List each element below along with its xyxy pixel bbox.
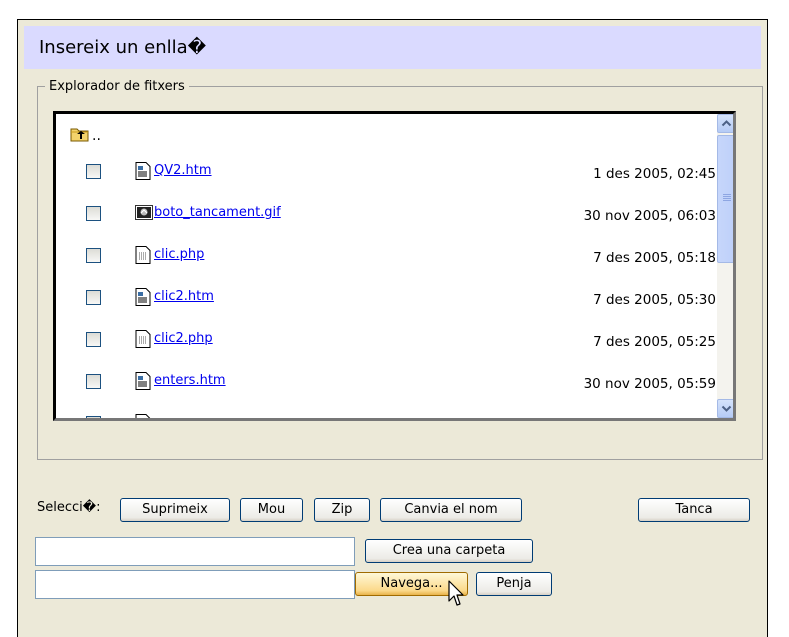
file-checkbox[interactable] xyxy=(86,332,101,347)
file-date: 30 nov 2005, 06:03 xyxy=(583,208,716,224)
thumb-grip xyxy=(723,194,731,195)
list-item: QV2.htm 1 des 2005, 02:45 xyxy=(56,155,716,185)
list-item: clic.php 7 des 2005, 05:18 xyxy=(56,239,716,269)
file-checkbox[interactable] xyxy=(86,374,101,389)
thumb-grip xyxy=(723,196,731,197)
file-date: 7 des 2005, 05:25 xyxy=(593,334,716,350)
delete-button[interactable]: Suprimeix xyxy=(120,498,230,522)
file-link[interactable]: clic2.php xyxy=(154,331,213,346)
html-file-icon xyxy=(135,288,151,306)
create-folder-button[interactable]: Crea una carpeta xyxy=(365,539,533,563)
file-link[interactable]: QV2.htm xyxy=(154,163,212,178)
thumb-grip xyxy=(723,198,731,199)
chevron-up-icon xyxy=(721,120,732,127)
rename-button[interactable]: Canvia el nom xyxy=(380,498,522,522)
file-checkbox[interactable] xyxy=(86,206,101,221)
list-item: clic2.htm 7 des 2005, 05:30 xyxy=(56,281,716,311)
file-checkbox[interactable] xyxy=(86,164,101,179)
chevron-down-icon xyxy=(721,405,732,412)
php-file-icon xyxy=(135,330,151,348)
thumb-grip xyxy=(723,200,731,201)
dialog-title: Insereix un enlla� xyxy=(24,26,761,69)
file-checkbox[interactable] xyxy=(86,248,101,263)
close-button[interactable]: Tanca xyxy=(638,498,750,522)
scroll-thumb[interactable] xyxy=(717,135,733,263)
file-date: 1 des 2005, 02:45 xyxy=(593,166,716,182)
list-item: clic2.php 7 des 2005, 05:25 xyxy=(56,323,716,353)
php-file-icon xyxy=(135,246,151,264)
selection-label: Selecci�: xyxy=(37,500,101,515)
parent-folder-row[interactable]: .. xyxy=(56,114,716,144)
file-checkbox[interactable] xyxy=(86,416,101,418)
file-date: 30 nov 2005, 05:59 xyxy=(583,376,716,392)
zip-button[interactable]: Zip xyxy=(314,498,370,522)
move-button[interactable]: Mou xyxy=(240,498,303,522)
file-link[interactable]: enters.htm xyxy=(154,373,226,388)
file-link[interactable]: clic.php xyxy=(154,247,204,262)
file-link[interactable]: clic2.htm xyxy=(154,289,214,304)
html-file-icon xyxy=(135,414,151,418)
file-browser-legend: Explorador de fitxers xyxy=(45,79,189,94)
file-link[interactable]: boto_tancament.gif xyxy=(154,205,281,220)
list-item: enters.htm 30 nov 2005, 05:59 xyxy=(56,365,716,395)
image-file-icon xyxy=(135,205,153,220)
scroll-up-button[interactable] xyxy=(717,114,733,133)
upload-button[interactable]: Penja xyxy=(476,572,552,596)
upload-file-input[interactable] xyxy=(35,570,355,599)
mouse-pointer-icon xyxy=(448,580,464,606)
folder-name-input[interactable] xyxy=(35,537,355,566)
list-item: boto_tancament.gif 30 nov 2005, 06:03 xyxy=(56,197,716,227)
html-file-icon xyxy=(135,372,151,390)
scroll-down-button[interactable] xyxy=(717,399,733,418)
folder-up-icon[interactable] xyxy=(70,126,90,142)
file-list[interactable]: .. QV2.htm 1 des 2005, 02:45 boto_tancam… xyxy=(53,111,736,421)
file-checkbox[interactable] xyxy=(86,290,101,305)
file-list-scrollbar[interactable] xyxy=(717,114,733,418)
list-item-partial xyxy=(56,407,716,418)
file-date: 7 des 2005, 05:30 xyxy=(593,292,716,308)
file-date: 7 des 2005, 05:18 xyxy=(593,250,716,266)
html-file-icon xyxy=(135,162,151,180)
parent-folder-label[interactable]: .. xyxy=(92,128,101,144)
